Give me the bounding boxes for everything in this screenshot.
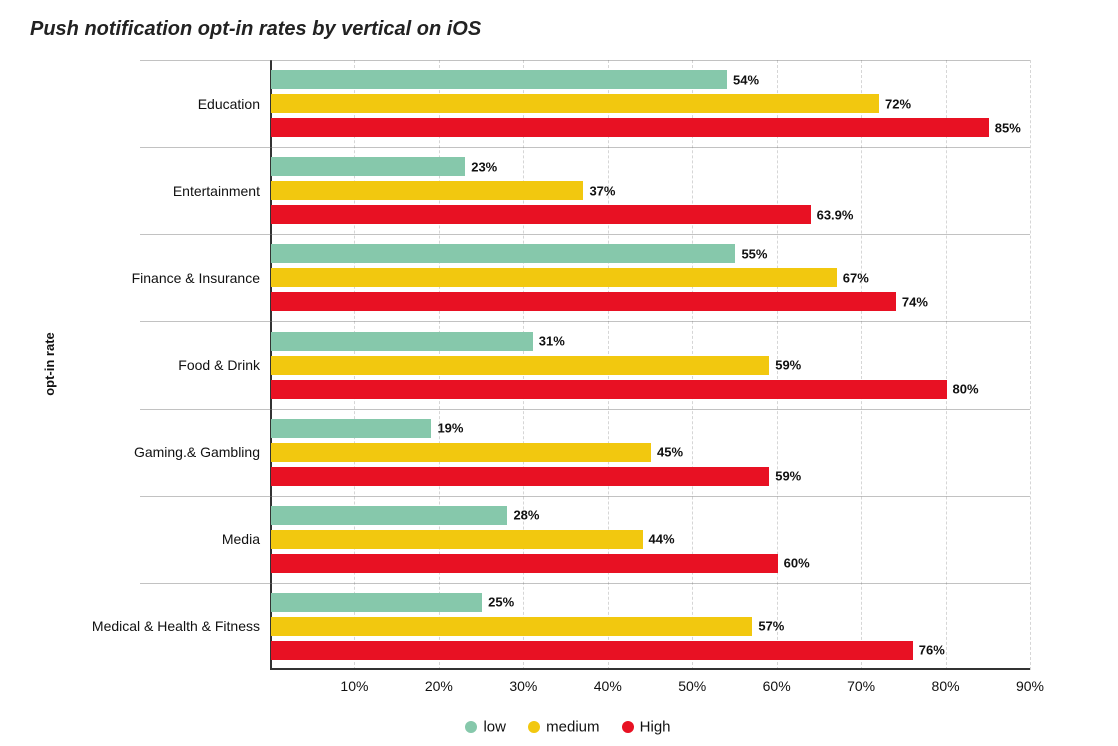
gridline — [946, 60, 947, 670]
bar-value-label: 67% — [837, 270, 869, 285]
y-axis-label: opt-in rate — [42, 332, 57, 396]
bar-value-label: 45% — [651, 445, 683, 460]
category-label: Medical & Health & Fitness — [92, 618, 260, 634]
bar-value-label: 57% — [752, 619, 784, 634]
bar-high: 74% — [271, 292, 896, 311]
x-tick-label: 60% — [763, 678, 791, 694]
bar-value-label: 59% — [769, 358, 801, 373]
chart-frame: Push notification opt-in rates by vertic… — [0, 0, 1118, 746]
bar-value-label: 19% — [431, 421, 463, 436]
bar-value-label: 80% — [947, 382, 979, 397]
x-tick-label: 50% — [678, 678, 706, 694]
bar-value-label: 44% — [643, 532, 675, 547]
bar-value-label: 23% — [465, 159, 497, 174]
x-tick-label: 20% — [425, 678, 453, 694]
x-tick-label: 90% — [1016, 678, 1044, 694]
x-tick-label: 80% — [932, 678, 960, 694]
category-separator — [140, 409, 1030, 410]
bar-value-label: 28% — [507, 508, 539, 523]
bar-value-label: 76% — [913, 643, 945, 658]
bar-medium: 45% — [271, 443, 651, 462]
bar-high: 59% — [271, 467, 769, 486]
bar-low: 31% — [271, 332, 533, 351]
bar-low: 19% — [271, 419, 431, 438]
bar-value-label: 74% — [896, 294, 928, 309]
gridline — [861, 60, 862, 670]
gridline — [1030, 60, 1031, 670]
bar-value-label: 72% — [879, 96, 911, 111]
bar-low: 23% — [271, 157, 465, 176]
bar-value-label: 63.9% — [811, 207, 854, 222]
bar-medium: 37% — [271, 181, 583, 200]
bar-value-label: 55% — [735, 246, 767, 261]
bar-high: 76% — [271, 641, 913, 660]
bar-medium: 72% — [271, 94, 879, 113]
category-label: Media — [222, 531, 260, 547]
bar-medium: 44% — [271, 530, 643, 549]
category-label: Finance & Insurance — [132, 270, 260, 286]
bar-value-label: 85% — [989, 120, 1021, 135]
bar-value-label: 60% — [778, 556, 810, 571]
category-label: Entertainment — [173, 183, 260, 199]
bar-value-label: 54% — [727, 72, 759, 87]
category-label: Gaming.& Gambling — [134, 444, 260, 460]
bar-medium: 57% — [271, 617, 752, 636]
category-separator — [140, 583, 1030, 584]
bar-high: 60% — [271, 554, 778, 573]
x-tick-label: 40% — [594, 678, 622, 694]
legend: low medium High — [0, 718, 1118, 736]
x-tick-label: 30% — [509, 678, 537, 694]
x-tick-label: 10% — [340, 678, 368, 694]
category-separator — [140, 234, 1030, 235]
legend-label-low: low — [483, 719, 506, 736]
category-label: Education — [198, 96, 260, 112]
legend-swatch-low — [465, 721, 477, 733]
bar-value-label: 59% — [769, 469, 801, 484]
bar-high: 63.9% — [271, 205, 811, 224]
bar-medium: 67% — [271, 268, 837, 287]
category-separator — [140, 496, 1030, 497]
category-separator — [140, 60, 1030, 61]
legend-swatch-medium — [528, 721, 540, 733]
bar-low: 54% — [271, 70, 727, 89]
bar-low: 25% — [271, 593, 482, 612]
legend-label-medium: medium — [546, 719, 599, 736]
chart-title: Push notification opt-in rates by vertic… — [30, 18, 481, 41]
category-separator — [140, 147, 1030, 148]
bar-value-label: 25% — [482, 595, 514, 610]
category-label: Food & Drink — [178, 357, 260, 373]
plot-area: 10%20%30%40%50%60%70%80%90%Education54%7… — [270, 60, 1030, 670]
legend-swatch-high — [622, 721, 634, 733]
x-tick-label: 70% — [847, 678, 875, 694]
bar-low: 55% — [271, 244, 735, 263]
bar-low: 28% — [271, 506, 507, 525]
bar-value-label: 37% — [583, 183, 615, 198]
legend-label-high: High — [640, 719, 671, 736]
bar-value-label: 31% — [533, 334, 565, 349]
bar-medium: 59% — [271, 356, 769, 375]
bar-high: 80% — [271, 380, 947, 399]
y-axis-label-wrap: opt-in rate — [40, 0, 60, 746]
bar-high: 85% — [271, 118, 989, 137]
category-separator — [140, 321, 1030, 322]
x-axis-line — [270, 668, 1030, 670]
